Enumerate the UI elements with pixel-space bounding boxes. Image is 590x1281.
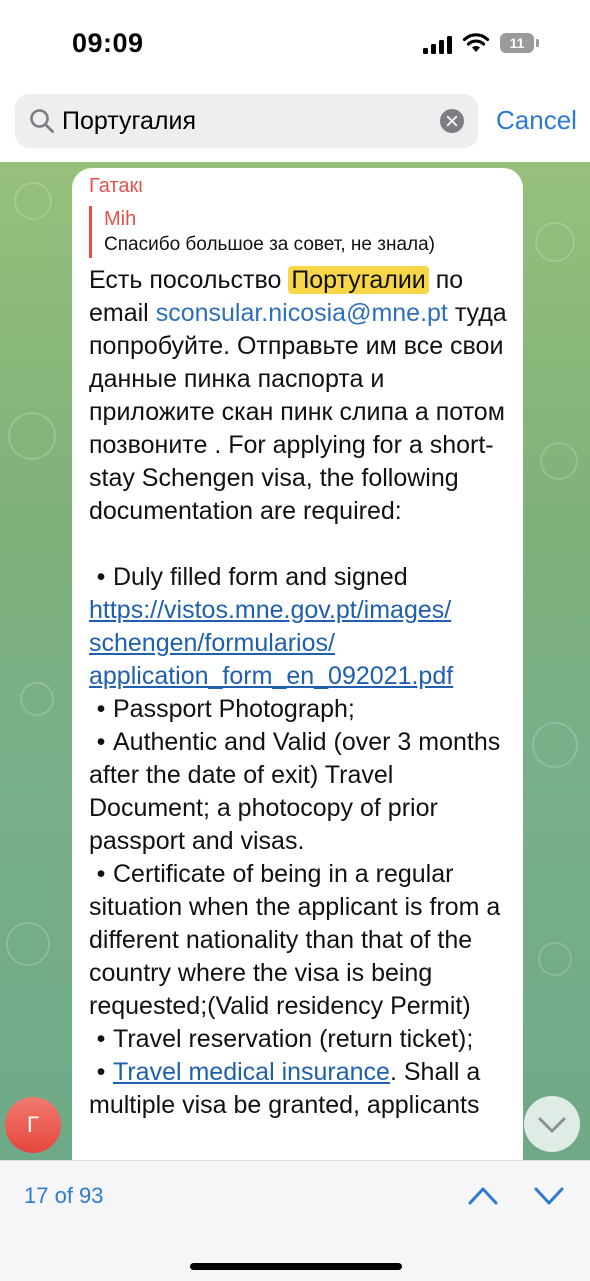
reply-author: Mih (104, 208, 137, 230)
message-bubble[interactable]: Гатакι Mih Спасибо большое за совет, не … (72, 168, 523, 1268)
status-bar: 09:09 11 (0, 0, 590, 88)
search-input[interactable] (62, 94, 422, 148)
chevron-up-icon[interactable] (466, 1181, 500, 1209)
doodle (14, 182, 52, 220)
bullet-item: • Passport Photograph; (96, 695, 355, 723)
sender-name[interactable]: Гатакι (89, 175, 143, 198)
bullet-item: • Authentic and Valid (over 3 months afte… (89, 728, 501, 855)
battery-level: 11 (509, 35, 525, 51)
cancel-button[interactable]: Cancel (496, 105, 577, 136)
search-bar: Cancel (0, 88, 590, 162)
bullet-item: • Travel reservation (return ticket); (96, 1025, 474, 1053)
doodle (540, 442, 578, 480)
message-text-part: Есть посольство (89, 266, 289, 294)
search-field[interactable] (15, 94, 478, 148)
scroll-down-button[interactable] (524, 1096, 580, 1152)
message-text-part: туда попробуйте. Отправьте им все свои д… (89, 299, 507, 525)
battery-cap (536, 39, 539, 47)
doodle (6, 922, 50, 966)
clear-search-icon[interactable] (440, 109, 464, 133)
message-text: Есть посольство Португалии по email scon… (89, 264, 514, 1122)
chevron-down-icon (538, 1117, 566, 1133)
reply-quote[interactable]: Mih Спасибо большое за совет, не знала) (89, 206, 502, 258)
result-count[interactable]: 17 of 93 (24, 1183, 104, 1209)
email-link[interactable]: sconsular.nicosia@mne.pt (156, 299, 448, 327)
battery-indicator: 11 (500, 33, 534, 53)
sender-avatar[interactable]: Г (5, 1097, 61, 1153)
chevron-down-icon[interactable] (532, 1181, 566, 1209)
bullet-item: • Certificate of being in a regular situa… (89, 860, 501, 1020)
doodle (535, 222, 575, 262)
insurance-link[interactable]: Travel medical insurance (113, 1058, 390, 1086)
reply-text: Спасибо большое за совет, не знала) (104, 234, 435, 255)
search-results-bar: 17 of 93 (0, 1160, 590, 1281)
application-form-link[interactable]: https://vistos.mne.gov.pt/images/schenge… (89, 596, 453, 690)
wifi-icon (462, 33, 490, 52)
doodle (532, 722, 578, 768)
bullet-item: • Travel medical insurance. Shall a multi… (89, 1058, 481, 1119)
bullet-item: • Duly filled form and signed https://vis… (89, 563, 454, 690)
doodle (8, 412, 56, 460)
search-icon (30, 109, 54, 133)
home-indicator (190, 1263, 402, 1270)
signal-icon (423, 36, 452, 54)
doodle (538, 942, 572, 976)
doodle (20, 682, 54, 716)
status-time: 09:09 (72, 28, 144, 58)
search-highlight: Португалии (288, 266, 429, 294)
